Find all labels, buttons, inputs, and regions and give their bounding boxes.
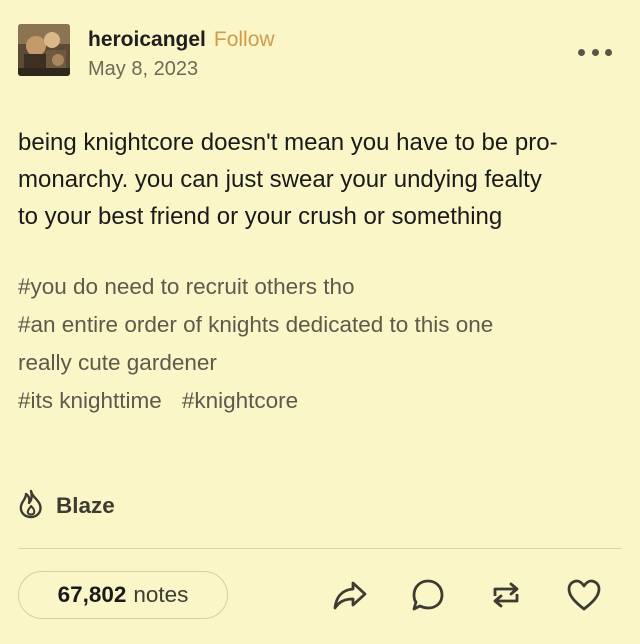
tag-link[interactable]: #an entire order of knights dedicated to…	[18, 306, 493, 344]
reblog-icon[interactable]	[486, 575, 526, 615]
username-link[interactable]: heroicangel	[88, 27, 206, 53]
post-tags: #you do need to recruit others tho #an e…	[18, 268, 622, 420]
share-icon[interactable]	[330, 575, 370, 615]
more-options-icon[interactable]	[578, 44, 612, 60]
tag-row: #you do need to recruit others tho	[18, 268, 622, 306]
tag-link-continued[interactable]: really cute gardener	[18, 344, 217, 382]
more-dot	[591, 48, 599, 56]
tag-link[interactable]: #its knighttime	[18, 382, 162, 420]
post-body-line: monarchy. you can just swear your undyin…	[18, 166, 542, 193]
follow-button[interactable]: Follow	[214, 27, 275, 53]
tag-link[interactable]: #knightcore	[182, 382, 298, 420]
tag-link[interactable]: #you do need to recruit others tho	[18, 268, 354, 306]
blaze-label: Blaze	[56, 493, 115, 518]
notes-label: notes	[133, 582, 189, 607]
post-body-line: being knightcore doesn't mean you have t…	[18, 129, 558, 156]
post-header: heroicangel Follow May 8, 2023	[18, 24, 275, 80]
header-text: heroicangel Follow May 8, 2023	[88, 27, 275, 81]
more-dot	[578, 48, 585, 56]
notes-count: 67,802	[57, 582, 127, 607]
more-dot	[605, 48, 612, 56]
avatar[interactable]	[18, 24, 70, 76]
tumblr-post: heroicangel Follow May 8, 2023 being kni…	[0, 0, 640, 644]
tag-row: #its knighttime #knightcore	[18, 382, 622, 420]
post-body-line: to your best friend or your crush or som…	[18, 203, 503, 230]
flame-icon	[18, 489, 44, 524]
tag-row: #an entire order of knights dedicated to…	[18, 306, 622, 344]
name-row: heroicangel Follow	[88, 27, 275, 53]
notes-button[interactable]: 67,802 notes	[18, 571, 228, 619]
post-date[interactable]: May 8, 2023	[88, 57, 275, 81]
post-body: being knightcore doesn't mean you have t…	[18, 124, 622, 235]
reply-icon[interactable]	[408, 575, 448, 615]
heart-icon[interactable]	[564, 575, 604, 615]
tag-row: really cute gardener	[18, 344, 622, 382]
blaze-button[interactable]: Blaze	[18, 488, 115, 524]
footer-divider	[18, 548, 622, 549]
